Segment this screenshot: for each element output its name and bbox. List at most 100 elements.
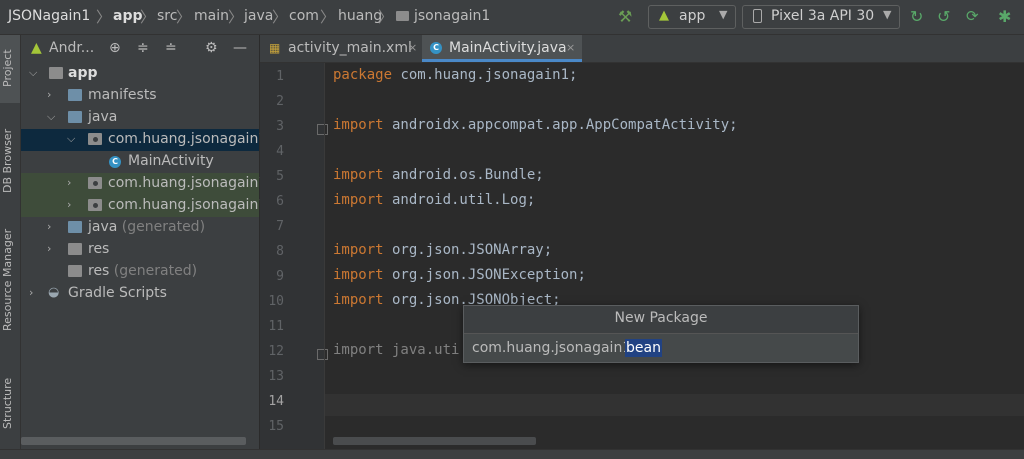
breadcrumb-app[interactable]: app (113, 8, 143, 24)
code-line-9: import org.json.JSONException; (333, 267, 586, 283)
tree-item-res-generated[interactable]: res (generated) (21, 261, 259, 283)
tree-item-label: com.huang.jsonagain1 (108, 175, 268, 191)
breadcrumb-separator: 〉 (96, 8, 112, 26)
tree-item-manifests[interactable]: › manifests (21, 85, 259, 107)
tree-item-label: manifests (88, 87, 157, 103)
expand-all-icon[interactable]: ≐ (165, 40, 177, 56)
code-line-12: import java.uti (333, 342, 460, 358)
tree-item-mainactivity[interactable]: C MainActivity (21, 151, 259, 173)
resource-folder-icon (68, 243, 82, 255)
chevron-down-icon: ⌵ (67, 132, 76, 145)
code-line-5: import android.os.Bundle; (333, 167, 544, 183)
breadcrumb-separator: 〉 (272, 8, 288, 26)
breadcrumb-separator: 〉 (378, 8, 394, 26)
tool-tab-project[interactable]: Project (1, 43, 19, 93)
close-icon[interactable]: × (566, 41, 575, 54)
tool-tab-structure[interactable]: Structure (1, 373, 19, 433)
tool-tab-resource-manager[interactable]: Resource Manager (1, 225, 19, 335)
chevron-down-icon: ⌵ (29, 66, 38, 79)
minimize-icon[interactable]: — (233, 40, 247, 56)
package-name-prefix: com.huang.jsonagain1. (472, 340, 636, 356)
breadcrumb-jsonagain1[interactable]: jsonagain1 (414, 8, 490, 24)
tree-item-app[interactable]: ⌵ app (21, 63, 259, 85)
breadcrumb-main[interactable]: main (194, 8, 229, 24)
layout-file-icon: ▦ (269, 41, 281, 55)
line-number: 5 (276, 169, 284, 184)
folder-icon (68, 111, 82, 123)
project-view-select[interactable]: Andr... (49, 40, 94, 56)
generated-folder-icon (68, 221, 82, 233)
breadcrumb-java[interactable]: java (244, 8, 273, 24)
tab-activity-main-xml[interactable]: ▦ activity_main.xml × (260, 35, 422, 62)
tree-item-package-test[interactable]: › com.huang.jsonagain1 (21, 195, 267, 217)
left-tool-window-bar: Project DB Browser Resource Manager Stru… (0, 35, 21, 458)
resource-folder-icon (68, 265, 82, 277)
breadcrumb-separator: 〉 (320, 8, 336, 26)
tree-item-package-selected[interactable]: ⌵ com.huang.jsonagain1 (21, 129, 267, 151)
line-number: 3 (276, 119, 284, 134)
folder-icon (68, 89, 82, 101)
breadcrumb-huang[interactable]: huang (338, 8, 382, 24)
module-folder-icon (49, 67, 63, 79)
apply-changes-icon[interactable]: ↺ (937, 7, 950, 26)
line-number: 1 (276, 69, 284, 84)
chevron-right-icon: › (47, 88, 52, 101)
package-folder-icon (396, 11, 409, 21)
apply-code-changes-icon[interactable]: ⟳ (966, 7, 979, 25)
line-number: 8 (276, 244, 284, 259)
chevron-down-icon: ⌵ (47, 110, 56, 123)
tree-item-java[interactable]: ⌵ java (21, 107, 259, 129)
rerun-icon[interactable]: ↻ (910, 7, 923, 26)
close-icon[interactable]: × (408, 41, 417, 54)
tree-item-gradle-scripts[interactable]: › ◒ Gradle Scripts (21, 283, 259, 305)
tool-tab-db-browser[interactable]: DB Browser (1, 121, 19, 201)
chevron-right-icon: › (29, 286, 34, 299)
breadcrumb-separator: 〉 (228, 8, 244, 26)
tree-item-res[interactable]: › res (21, 239, 259, 261)
code-line-3: import androidx.appcompat.app.AppCompatA… (333, 117, 738, 133)
tab-label: MainActivity.java (449, 40, 567, 56)
locate-target-icon[interactable]: ⊕ (109, 40, 121, 56)
tree-item-package-androidtest[interactable]: › com.huang.jsonagain1 (21, 173, 267, 195)
java-class-icon: C (109, 156, 121, 168)
breadcrumb-com[interactable]: com (289, 8, 319, 24)
debug-bug-icon[interactable]: ✱ (998, 7, 1011, 26)
editor-gutter: 1 2 3 4 5 6 7 8 9 10 11 12 13 14 15 (260, 63, 324, 458)
package-icon (88, 199, 102, 211)
tab-mainactivity-java[interactable]: C MainActivity.java × (422, 35, 582, 62)
editor-horizontal-scrollbar[interactable] (333, 437, 536, 445)
breadcrumb-separator: 〉 (140, 8, 156, 26)
breadcrumb-project[interactable]: JSONagain1 (8, 8, 90, 24)
android-icon: ▲ (31, 40, 42, 56)
dialog-title: New Package (614, 310, 708, 326)
line-number: 4 (276, 144, 284, 159)
chevron-right-icon: › (67, 198, 72, 211)
tree-item-label: Gradle Scripts (68, 285, 167, 301)
line-number: 10 (268, 294, 284, 309)
gear-icon[interactable]: ⚙ (205, 40, 218, 56)
package-icon (88, 133, 102, 145)
gradle-elephant-icon: ◒ (48, 285, 60, 300)
editor-tab-bar: ▦ activity_main.xml × C MainActivity.jav… (260, 35, 1024, 63)
line-number: 15 (268, 419, 284, 434)
phone-icon (753, 9, 762, 23)
line-number: 13 (268, 369, 284, 384)
collapse-all-icon[interactable]: ≑ (137, 40, 149, 56)
java-class-icon: C (430, 42, 442, 54)
breadcrumb-src[interactable]: src (157, 8, 177, 24)
hammer-build-icon[interactable]: ⚒ (618, 7, 632, 26)
package-name-input[interactable]: com.huang.jsonagain1. bean (464, 333, 858, 362)
run-config-select[interactable]: ▲ app ▼ (648, 5, 736, 29)
code-line-8: import org.json.JSONArray; (333, 242, 553, 258)
tree-item-label: app (68, 65, 98, 81)
chevron-down-icon: ▼ (883, 8, 892, 21)
tree-item-java-generated[interactable]: › java (generated) (21, 217, 259, 239)
project-horizontal-scrollbar[interactable] (21, 437, 246, 445)
device-select[interactable]: Pixel 3a API 30 ▼ (742, 5, 900, 29)
tree-item-label: res (88, 241, 110, 257)
tree-item-label: com.huang.jsonagain1 (108, 131, 268, 147)
line-number: 12 (268, 344, 284, 359)
new-package-dialog: New Package com.huang.jsonagain1. bean (463, 305, 859, 363)
code-editor[interactable]: package com.huang.jsonagain1; import and… (324, 63, 1024, 458)
line-number: 11 (268, 319, 284, 334)
